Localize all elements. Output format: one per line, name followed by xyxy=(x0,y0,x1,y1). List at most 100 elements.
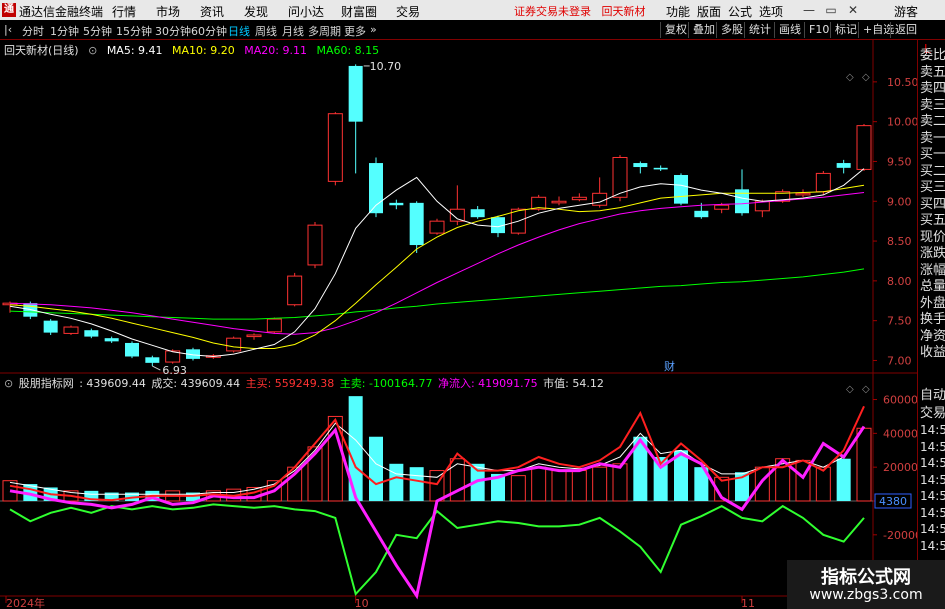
candle-body-up xyxy=(287,275,303,306)
price-tick-label: 7.50 xyxy=(887,315,912,328)
indicator-dropdown-icon[interactable]: ⊙ xyxy=(4,377,13,390)
period-multi[interactable]: 多周期 xyxy=(308,23,341,39)
user-label[interactable]: 游客 xyxy=(894,3,918,20)
auto-trade-label[interactable]: 交易 xyxy=(920,402,945,421)
tick-time: 14:56 xyxy=(920,489,945,503)
period-toolbar: |‹ 分时 1分钟 5分钟 15分钟 30分钟 60分钟 日线 周线 月线 多周… xyxy=(0,20,945,40)
diamond-icon: ◇ xyxy=(862,72,870,83)
watermark-url: www.zbgs3.com xyxy=(809,587,923,603)
candle-body-down xyxy=(125,342,139,357)
btn-f10[interactable]: F10 xyxy=(804,22,833,38)
indicator-bar xyxy=(389,463,404,501)
period-60min[interactable]: 60分钟 xyxy=(191,23,227,39)
price-tick-label: 8.00 xyxy=(887,275,912,288)
btn-duogu[interactable]: 多股 xyxy=(716,22,747,38)
candle-body-down xyxy=(145,357,160,363)
candle-body-up xyxy=(63,326,79,334)
side-panel-item: 买三 xyxy=(920,180,945,195)
close-icon[interactable]: ✕ xyxy=(844,1,862,19)
auto-trade-label[interactable]: 自动 xyxy=(920,384,945,403)
side-panel-item: 卖一 xyxy=(920,130,945,146)
tick-time: 14:56 xyxy=(920,538,945,553)
menu-zixun[interactable]: 资讯 xyxy=(200,3,224,20)
menu-wenxiaoda[interactable]: 问小达 xyxy=(288,3,324,20)
top-menu-bar: 通 通达信金融终端 行情 市场 资讯 发现 问小达 财富圈 交易 证券交易未登录… xyxy=(0,0,945,20)
login-warning[interactable]: 证券交易未登录 回天新材 xyxy=(514,3,646,19)
menu-gongshi[interactable]: 公式 xyxy=(728,3,752,20)
side-panel-item: 卖四 xyxy=(920,81,945,96)
btn-tongji[interactable]: 统计 xyxy=(744,22,775,38)
period-day[interactable]: 日线 xyxy=(228,23,250,39)
side-panel-item: 买五 xyxy=(920,213,945,228)
restore-icon[interactable]: ▭ xyxy=(822,1,840,19)
btn-huaxian[interactable]: 画线 xyxy=(774,22,805,38)
indicator-bar xyxy=(836,458,851,501)
menu-hangqing[interactable]: 行情 xyxy=(112,3,136,20)
price-tick-label: 10.00 xyxy=(887,116,917,129)
more-arrow-icon[interactable]: » xyxy=(370,23,377,36)
candle-body-up xyxy=(571,196,587,201)
side-panel-item: 买二 xyxy=(920,163,945,179)
candle-body-up xyxy=(714,204,730,210)
indicator-bar xyxy=(571,470,587,502)
price-tick-label: 9.50 xyxy=(887,155,912,168)
side-panel-item: 收益 xyxy=(920,345,945,360)
btn-diejia[interactable]: 叠加 xyxy=(688,22,719,38)
btn-biaoji[interactable]: 标记 xyxy=(830,22,861,38)
side-panel-item: 涨跌 xyxy=(920,246,945,261)
tick-time: 14:56 xyxy=(920,472,945,487)
side-panel-item: 委比 xyxy=(920,48,945,63)
login-warning-text: 证券交易未登录 xyxy=(514,5,591,18)
kline-chart[interactable]: 10.706.93 财 7.007.508.008.509.009.5010.00… xyxy=(0,40,917,609)
chengjiao-label: 成交: 439609.44 xyxy=(151,377,241,390)
menu-banmian[interactable]: 版面 xyxy=(697,3,721,20)
candle-body-up xyxy=(246,334,262,338)
side-panel-item: 现价 xyxy=(920,229,945,245)
period-30min[interactable]: 30分钟 xyxy=(155,23,191,39)
indicator-bar xyxy=(856,427,872,502)
period-week[interactable]: 周线 xyxy=(255,23,277,39)
tick-time: 14:56 xyxy=(920,439,945,454)
indicator-bar xyxy=(612,463,628,502)
ind-tick-label: 20000 xyxy=(883,461,917,474)
high-label: 10.70 xyxy=(370,60,402,73)
dropdown-icon[interactable]: ⊙ xyxy=(88,44,97,57)
zhumai-label: 主买: 559249.38 xyxy=(245,377,335,390)
period-15min[interactable]: 15分钟 xyxy=(116,23,152,39)
kline-info-bar: 回天新材(日线) ⊙ MA5: 9.41 MA10: 9.20 MA20: 9.… xyxy=(4,42,385,58)
event-marker: 财 xyxy=(664,359,675,373)
ma5-line xyxy=(9,168,865,358)
zhumai2-label: 主卖: -100164.77 xyxy=(339,377,433,390)
period-month[interactable]: 月线 xyxy=(282,23,304,39)
candle-body-up xyxy=(327,113,343,182)
menu-caifuquan[interactable]: 财富圈 xyxy=(341,3,377,20)
low-marker xyxy=(152,365,161,371)
app-logo-icon: 通 xyxy=(2,3,16,17)
candle-body-down xyxy=(389,202,404,206)
period-5min[interactable]: 5分钟 xyxy=(83,23,112,39)
period-more[interactable]: 更多 xyxy=(344,23,366,39)
indicator-info-bar: ⊙ 股朋指标网 : 439609.44 成交: 439609.44 主买: 55… xyxy=(4,375,606,391)
side-panel-item: 外盘 xyxy=(920,295,945,311)
btn-fuquan[interactable]: 复权 xyxy=(660,22,691,38)
minimize-icon[interactable]: — xyxy=(800,1,818,19)
menu-jiaoyi[interactable]: 交易 xyxy=(396,3,420,20)
period-fenshi[interactable]: 分时 xyxy=(22,23,44,39)
ma60-line xyxy=(9,268,865,320)
side-panel-item: 净资 xyxy=(920,328,945,344)
btn-back[interactable]: 返回 xyxy=(890,22,921,38)
candle-body-down xyxy=(84,330,99,337)
collapse-icon[interactable]: |‹ xyxy=(4,23,12,36)
candle-body-down xyxy=(633,163,648,168)
menu-xuanxiang[interactable]: 选项 xyxy=(759,3,783,20)
menu-shichang[interactable]: 市场 xyxy=(156,3,180,20)
candle-body-up xyxy=(429,220,445,234)
period-1min[interactable]: 1分钟 xyxy=(50,23,79,39)
diamond-icon: ◇ xyxy=(846,72,854,83)
indicator-bar xyxy=(531,466,547,502)
menu-faxian[interactable]: 发现 xyxy=(244,3,268,20)
menu-gongneng[interactable]: 功能 xyxy=(666,3,690,20)
candle-body-up xyxy=(815,172,831,193)
price-tick-label: 9.00 xyxy=(887,195,912,208)
current-value-label: 4380 xyxy=(879,495,907,508)
